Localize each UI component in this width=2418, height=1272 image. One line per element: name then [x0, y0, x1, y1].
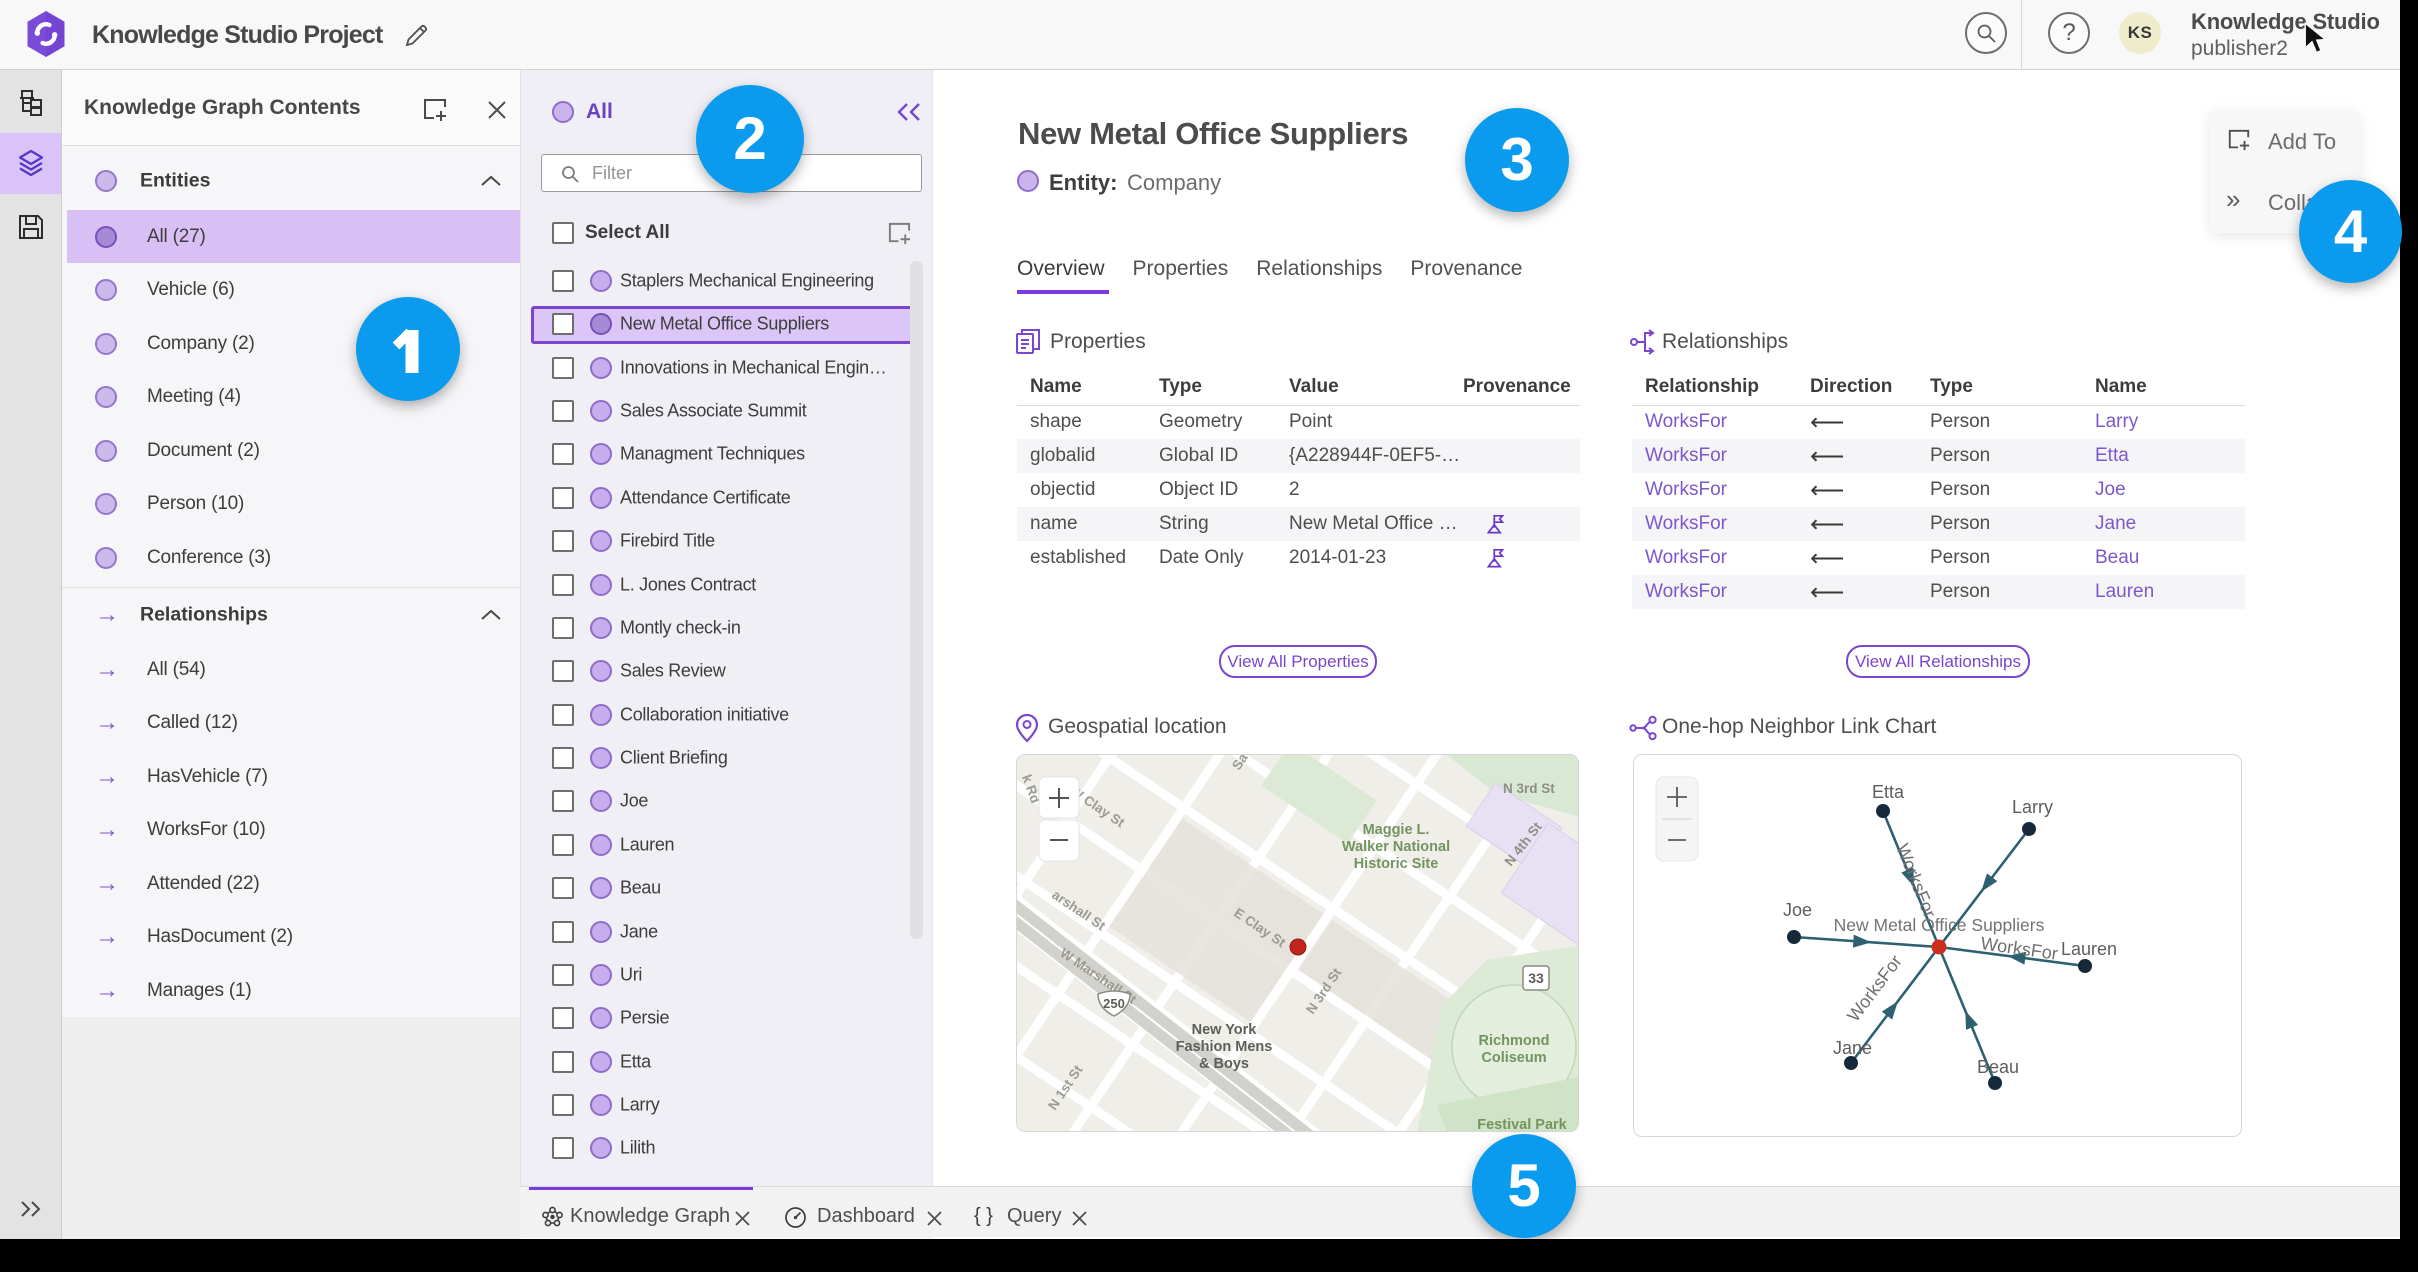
svg-text:Larry: Larry: [2012, 797, 2053, 817]
svg-text:250: 250: [1103, 996, 1125, 1011]
svg-text:Richmond: Richmond: [1479, 1033, 1550, 1049]
svg-text:Beau: Beau: [1977, 1057, 2019, 1077]
svg-text:New York: New York: [1192, 1022, 1258, 1038]
svg-text:Lauren: Lauren: [2061, 939, 2117, 959]
svg-text:33: 33: [1528, 970, 1544, 986]
svg-text:Maggie L.: Maggie L.: [1363, 822, 1430, 838]
svg-text:Coliseum: Coliseum: [1481, 1050, 1546, 1066]
svg-text:& Boys: & Boys: [1199, 1056, 1249, 1072]
svg-text:Fashion Mens: Fashion Mens: [1176, 1039, 1273, 1055]
svg-text:Festival Park: Festival Park: [1477, 1117, 1567, 1132]
svg-text:Etta: Etta: [1872, 782, 1905, 802]
svg-text:Historic Site: Historic Site: [1354, 856, 1439, 872]
svg-text:Joe: Joe: [1783, 900, 1812, 920]
svg-text:WorksFor: WorksFor: [1892, 841, 1940, 921]
svg-text:Walker National: Walker National: [1342, 839, 1450, 855]
svg-text:WorksFor: WorksFor: [1843, 951, 1906, 1025]
svg-text:Jane: Jane: [1833, 1038, 1872, 1058]
svg-text:N 3rd St: N 3rd St: [1503, 781, 1555, 796]
svg-text:New Metal Office Suppliers: New Metal Office Suppliers: [1834, 915, 2045, 935]
